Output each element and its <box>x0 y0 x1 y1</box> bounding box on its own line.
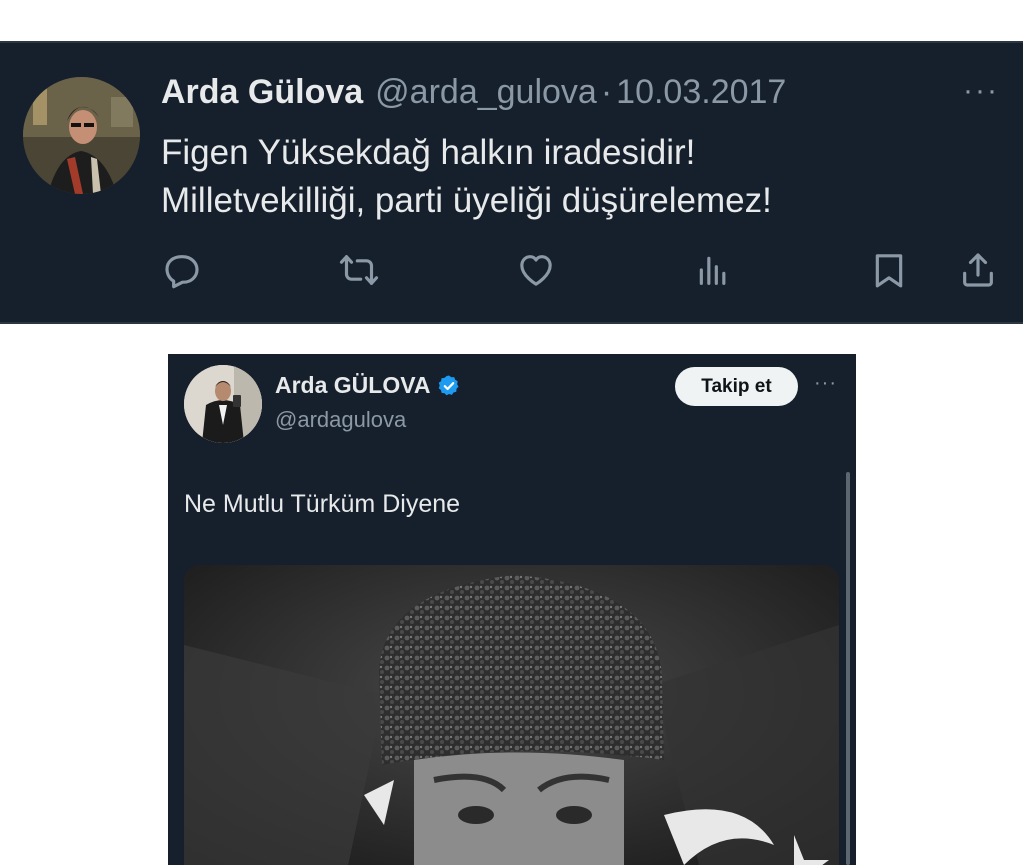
scrollbar[interactable] <box>846 472 850 865</box>
tweet-card-embedded[interactable]: Arda GÜLOVA @ardagulova Takip et ··· Ne … <box>168 354 856 865</box>
like-icon <box>520 255 552 286</box>
bookmark-button[interactable] <box>867 248 911 292</box>
like-button[interactable] <box>514 248 558 292</box>
avatar-photo <box>23 77 140 194</box>
reply-button[interactable] <box>160 248 204 292</box>
more-options-icon[interactable]: ··· <box>814 373 837 393</box>
retweet-icon <box>339 255 379 285</box>
views-button[interactable] <box>691 248 735 292</box>
retweet-button[interactable] <box>337 248 381 292</box>
avatar-photo <box>184 365 262 443</box>
tweet-text-line: Milletvekilliği, parti üyeliği düşürelem… <box>161 181 772 220</box>
author-handle[interactable]: @ardagulova <box>275 407 406 433</box>
reply-icon <box>165 255 199 289</box>
author-name[interactable]: Arda GÜLOVA <box>275 372 430 399</box>
tweet-header: Arda Gülova @arda_gulova · 10.03.2017 <box>161 73 786 119</box>
tweet-text: Ne Mutlu Türküm Diyene <box>184 490 461 518</box>
follow-button[interactable]: Takip et <box>675 367 798 406</box>
author-handle[interactable]: @arda_gulova <box>375 73 597 112</box>
more-options-icon[interactable]: ··· <box>963 76 999 106</box>
tweet-media-image[interactable] <box>184 565 839 865</box>
bookmark-icon <box>875 254 903 288</box>
avatar[interactable] <box>23 77 140 194</box>
avatar[interactable] <box>184 365 262 443</box>
verified-badge-icon <box>439 375 459 395</box>
tweet-date[interactable]: 10.03.2017 <box>616 73 786 112</box>
tweet-text: Figen Yüksekdağ halkın iradesidir! Mille… <box>161 129 981 225</box>
tweet-text-line: Figen Yüksekdağ halkın iradesidir! <box>161 133 696 172</box>
tweet-actions-bar <box>0 248 1023 296</box>
share-button[interactable] <box>956 248 1000 292</box>
share-icon <box>963 253 993 287</box>
portrait-photo <box>184 565 839 865</box>
separator-dot: · <box>600 73 613 111</box>
author-name[interactable]: Arda Gülova <box>161 73 363 112</box>
author-row: Arda GÜLOVA <box>275 372 461 399</box>
tweet-card-top[interactable]: Arda Gülova @arda_gulova · 10.03.2017 ··… <box>0 41 1023 324</box>
views-icon <box>699 256 726 285</box>
